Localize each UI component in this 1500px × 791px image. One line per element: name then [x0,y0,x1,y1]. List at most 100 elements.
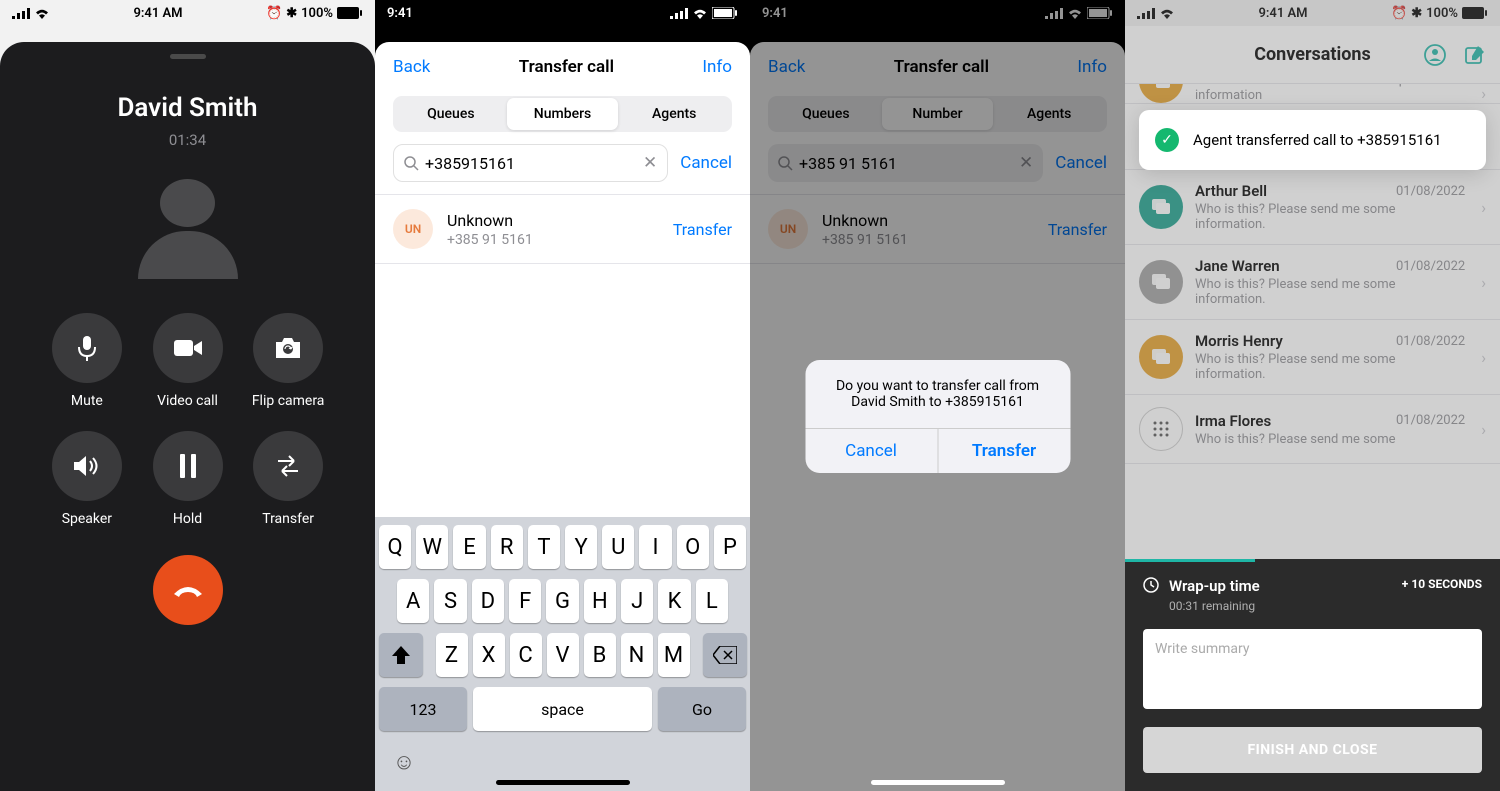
mute-label: Mute [71,393,103,409]
toast-notification: ✓ Agent transferred call to +385915161 [1139,110,1486,170]
hold-button[interactable]: Hold [151,431,224,527]
home-indicator[interactable] [871,780,1005,785]
conversations-screen: 9:41 AM ⏰ ✱ 100% Conversations Who is th… [1125,0,1500,791]
key-c[interactable]: C [510,633,542,677]
key-y[interactable]: Y [565,525,597,569]
wifi-icon [692,7,708,19]
key-s[interactable]: S [434,579,466,623]
key-p[interactable]: P [714,525,746,569]
key-k[interactable]: K [658,579,690,623]
result-avatar: UN [393,209,433,249]
hold-label: Hold [173,511,202,527]
battery-icon [712,7,738,19]
result-number: +385 91 5161 [447,232,673,248]
list-item[interactable]: Arthur Bell01/08/2022Who is this? Please… [1125,170,1500,245]
flip-camera-button[interactable]: Flip camera [252,313,325,409]
avatar-placeholder [138,179,238,279]
key-e[interactable]: E [453,525,485,569]
key-b[interactable]: B [584,633,616,677]
list-item[interactable]: Morris Henry01/08/2022Who is this? Pleas… [1125,320,1500,395]
dialog-cancel-button[interactable]: Cancel [805,429,938,473]
chevron-right-icon: › [1481,84,1486,103]
battery-icon [337,7,363,19]
wrapup-panel: Wrap-up time 00:31 remaining + 10 SECOND… [1125,559,1500,791]
chevron-right-icon: › [1481,273,1486,292]
chevron-right-icon: › [1481,420,1486,439]
emoji-key[interactable]: ☺ [389,747,419,777]
key-u[interactable]: U [602,525,634,569]
confirm-dialog: Do you want to transfer call from David … [805,360,1070,473]
key-q[interactable]: Q [379,525,411,569]
chevron-right-icon: › [1481,348,1486,367]
battery-pct: 100% [1426,6,1458,21]
key-f[interactable]: F [509,579,541,623]
key-d[interactable]: D [472,579,504,623]
clear-icon[interactable]: ✕ [643,153,657,173]
tab-queues[interactable]: Queues [395,98,507,130]
key-x[interactable]: X [473,633,505,677]
key-a[interactable]: A [397,579,429,623]
call-duration: 01:34 [169,131,206,149]
call-controls: Mute Video call Flip camera Speaker Hold… [51,313,325,527]
search-field[interactable]: ✕ [393,144,668,182]
chevron-right-icon: › [1481,198,1486,217]
alarm-icon: ⏰ [1391,6,1407,21]
wrapup-title: Wrap-up time [1169,577,1260,595]
key-z[interactable]: Z [436,633,468,677]
tab-agents[interactable]: Agents [618,98,730,130]
search-input[interactable] [425,154,637,173]
result-row[interactable]: UN Unknown +385 91 5161 Transfer [375,194,750,264]
key-m[interactable]: M [658,633,690,677]
key-l[interactable]: L [696,579,728,623]
wrapup-remaining: 00:31 remaining [1169,599,1260,613]
back-button[interactable]: Back [393,57,430,77]
transfer-screen: 9:41 Back Transfer call Info Queues Numb… [375,0,750,791]
backspace-key[interactable] [703,633,747,677]
space-key[interactable]: space [473,687,652,731]
key-r[interactable]: R [491,525,523,569]
add-contact-icon[interactable] [1424,44,1446,66]
home-indicator[interactable] [496,780,630,785]
finish-button[interactable]: FINISH AND CLOSE [1143,727,1482,773]
key-g[interactable]: G [546,579,578,623]
transfer-button[interactable]: Transfer [252,431,325,527]
key-v[interactable]: V [547,633,579,677]
sheet-grabber[interactable] [170,54,206,59]
chat-icon [1139,185,1183,229]
page-title: Conversations [1254,44,1371,65]
segmented-control[interactable]: Queues Numbers Agents [393,96,732,132]
mute-button[interactable]: Mute [51,313,124,409]
go-key[interactable]: Go [658,687,746,731]
list-item[interactable]: Jane Warren01/08/2022Who is this? Please… [1125,245,1500,320]
speaker-label: Speaker [62,511,112,527]
video-button[interactable]: Video call [151,313,224,409]
battery-icon [1462,7,1488,19]
key-n[interactable]: N [621,633,653,677]
tab-numbers[interactable]: Numbers [507,98,619,130]
transfer-confirm-screen: 9:41 Back Transfer call Info Queues Numb… [750,0,1125,791]
summary-input[interactable] [1143,629,1482,709]
add-time-button[interactable]: + 10 SECONDS [1402,577,1482,591]
list-item[interactable]: Irma Flores01/08/2022Who is this? Please… [1125,395,1500,464]
numbers-key[interactable]: 123 [379,687,467,731]
key-h[interactable]: H [584,579,616,623]
hangup-button[interactable] [153,555,223,625]
check-icon: ✓ [1155,128,1179,152]
cancel-button[interactable]: Cancel [680,153,732,173]
shift-key[interactable] [379,633,423,677]
dialog-message: Do you want to transfer call from David … [805,360,1070,428]
key-i[interactable]: I [639,525,671,569]
compose-icon[interactable] [1464,44,1486,66]
list-item[interactable]: Who is this? Please send me some poruka … [1125,84,1500,104]
info-button[interactable]: Info [702,57,732,77]
transfer-action[interactable]: Transfer [673,220,732,239]
wifi-icon [1159,7,1175,19]
speaker-button[interactable]: Speaker [51,431,124,527]
progress-bar [1125,559,1255,562]
key-w[interactable]: W [416,525,448,569]
keyboard: QWERTYUIOP ASDFGHJKL ZXCVBNM 123 space G… [375,517,750,791]
key-o[interactable]: O [677,525,709,569]
key-t[interactable]: T [528,525,560,569]
key-j[interactable]: J [621,579,653,623]
dialog-transfer-button[interactable]: Transfer [938,429,1070,473]
